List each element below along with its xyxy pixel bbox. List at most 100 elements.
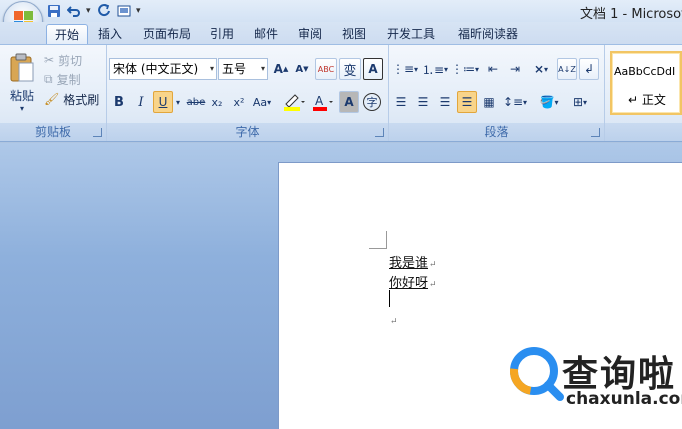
cut-button[interactable]: ✂ 剪切 [44, 51, 82, 69]
tab-insert[interactable]: 插入 [94, 24, 126, 44]
print-preview-icon[interactable] [116, 3, 132, 19]
paint-bucket-icon: 🪣 [539, 95, 555, 109]
paragraph-mark-icon: ↵ [429, 260, 437, 270]
font-group: 宋体 (中文正文) ▾ 五号 ▾ A ▲ A ▼ ABC 变 A B I U ▾ a… [107, 45, 389, 141]
customize-qat-icon[interactable]: ▾ [136, 6, 142, 16]
shrink-font-icon: A [295, 63, 304, 75]
document-line-empty: ↵ [389, 313, 398, 328]
redo-icon[interactable] [96, 3, 112, 19]
font-size-value: 五号 [222, 62, 247, 76]
asian-layout-icon: ⨯ [533, 62, 545, 76]
numbering-icon: ⒈≡ [421, 62, 445, 77]
save-icon[interactable] [46, 3, 62, 19]
paragraph-launcher-icon[interactable] [591, 128, 600, 137]
undo-dropdown-icon[interactable]: ▾ [86, 6, 92, 16]
underline-button[interactable]: U [153, 91, 173, 113]
tab-foxit-reader[interactable]: 福昕阅读器 [452, 24, 524, 44]
multilevel-list-button[interactable]: ⋮≔ ▾ [451, 58, 479, 80]
paste-label: 粘贴 [9, 89, 34, 103]
text-cursor [389, 290, 390, 307]
asian-layout-button[interactable]: ⨯ ▾ [527, 58, 555, 80]
copy-icon: ⧉ [44, 71, 53, 86]
show-paragraph-marks-button[interactable]: ↲ [579, 58, 599, 80]
paragraph-group-label: 段落 [389, 123, 604, 141]
numbering-button[interactable]: ⒈≡ ▾ [421, 58, 449, 80]
paragraph-mark-icon: ↵ [429, 280, 437, 290]
align-right-icon: ☰ [439, 95, 451, 109]
change-case-button[interactable]: Aa ▾ [250, 91, 274, 113]
line-2-text: 你好呀 [389, 276, 429, 291]
decrease-indent-button[interactable]: ⇤ [483, 58, 503, 80]
document-line-2: 你好呀↵ [389, 272, 437, 291]
tab-developer[interactable]: 开发工具 [382, 24, 440, 44]
underline-dropdown-icon[interactable]: ▾ [173, 91, 183, 113]
character-shading-button[interactable]: A [339, 91, 359, 113]
style-normal[interactable]: AaBbCcDdI ↵ 正文 [610, 51, 682, 115]
highlight-button[interactable] [279, 91, 309, 113]
tab-page-layout[interactable]: 页面布局 [138, 24, 196, 44]
title-bar: ▾ ▾ 文档 1 - Microsof [0, 0, 682, 22]
character-border-button[interactable]: A [363, 58, 383, 80]
subscript-button[interactable]: x₂ [207, 91, 227, 113]
highlighter-icon [284, 94, 305, 111]
distributed-icon: ▦ [483, 95, 495, 109]
paste-button[interactable]: 粘贴 ▾ [2, 47, 42, 119]
phonetic-guide-button[interactable]: 变 [339, 58, 361, 80]
watermark-domain: chaxunla.com [566, 389, 682, 409]
format-painter-label: 格式刷 [63, 92, 100, 107]
italic-button[interactable]: I [131, 91, 151, 113]
clipboard-group-label: 剪贴板 [0, 123, 106, 141]
paragraph-group: ⋮≡ ▾ ⒈≡ ▾ ⋮≔ ▾ ⇤ ⇥ ⨯ ▾ A↓Z ↲ ☰ ☰ ☰ ☰ ▦ ↕≡ ▾ 🪣… [389, 45, 605, 141]
borders-button[interactable]: ⊞ ▾ [565, 91, 595, 113]
change-case-label: Aa [252, 95, 268, 109]
align-center-icon: ☰ [417, 95, 429, 109]
tab-view[interactable]: 视图 [338, 24, 370, 44]
align-left-button[interactable]: ☰ [391, 91, 411, 113]
increase-indent-button[interactable]: ⇥ [505, 58, 525, 80]
align-center-button[interactable]: ☰ [413, 91, 433, 113]
multilevel-list-icon: ⋮≔ [451, 62, 475, 76]
font-color-icon: A [313, 94, 333, 111]
distributed-button[interactable]: ▦ [479, 91, 499, 113]
clipboard-launcher-icon[interactable] [93, 128, 102, 137]
grow-font-icon: A [273, 62, 283, 76]
tab-references[interactable]: 引用 [206, 24, 238, 44]
format-painter-button[interactable]: 🖌 格式刷 [44, 90, 99, 108]
font-launcher-icon[interactable] [375, 128, 384, 137]
font-size-select[interactable]: 五号 ▾ [218, 58, 268, 80]
justify-button[interactable]: ☰ [457, 91, 477, 113]
style-name: ↵ 正文 [628, 93, 666, 107]
line-spacing-button[interactable]: ↕≡ ▾ [501, 91, 529, 113]
font-name-select[interactable]: 宋体 (中文正文) ▾ [109, 58, 217, 80]
enclose-characters-button[interactable]: 字 [361, 91, 383, 113]
align-left-icon: ☰ [395, 95, 407, 109]
document-line-1: 我是谁↵ [389, 252, 437, 271]
sort-button[interactable]: A↓Z [557, 58, 577, 80]
tab-review[interactable]: 审阅 [294, 24, 326, 44]
paragraph-mark-icon: ↵ [390, 317, 398, 327]
increase-indent-icon: ⇥ [509, 62, 521, 76]
bold-button[interactable]: B [109, 91, 129, 113]
strikethrough-button[interactable]: abe [185, 91, 207, 113]
clear-formatting-button[interactable]: ABC [315, 58, 337, 80]
superscript-button[interactable]: x² [229, 91, 249, 113]
font-color-button[interactable]: A [311, 91, 337, 113]
magnifier-logo-icon [510, 347, 564, 401]
margin-corner-mark [369, 231, 387, 249]
tab-home[interactable]: 开始 [46, 24, 88, 44]
style-preview-text: AaBbCcDdI [614, 65, 676, 78]
undo-icon[interactable] [66, 3, 82, 19]
bullets-button[interactable]: ⋮≡ ▾ [391, 58, 419, 80]
ribbon-tabs: 开始 插入 页面布局 引用 邮件 审阅 视图 开发工具 福昕阅读器 [0, 22, 682, 44]
align-right-button[interactable]: ☰ [435, 91, 455, 113]
svg-text:A: A [315, 94, 324, 108]
shading-button[interactable]: 🪣 ▾ [535, 91, 563, 113]
grow-font-button[interactable]: A ▲ [271, 58, 291, 80]
chevron-down-icon: ▾ [260, 64, 265, 73]
cut-label: 剪切 [58, 53, 83, 68]
copy-button[interactable]: ⧉ 复制 [44, 70, 81, 88]
shrink-font-button[interactable]: A ▼ [292, 58, 312, 80]
styles-group-label [605, 123, 682, 141]
enclose-characters-icon: 字 [363, 93, 381, 111]
tab-mailings[interactable]: 邮件 [250, 24, 282, 44]
